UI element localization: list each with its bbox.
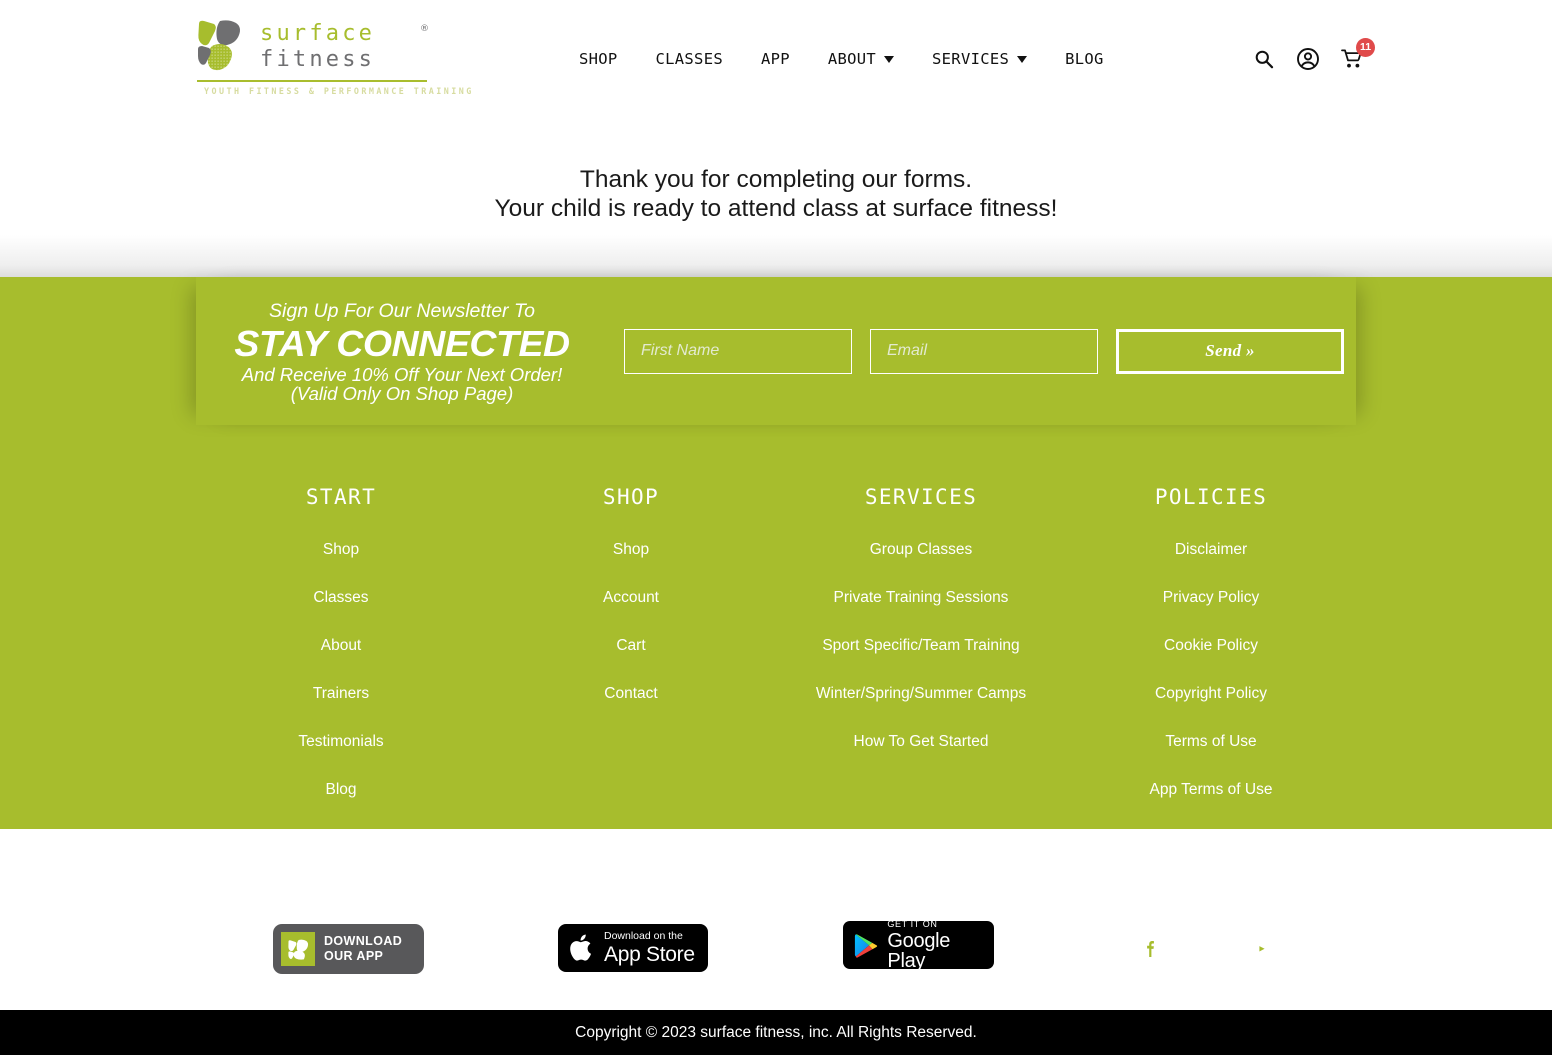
download-our-app-label: DOWNLOAD OUR APP [324,934,402,964]
footer-link-private-training[interactable]: Private Training Sessions [776,589,1066,607]
instagram-icon[interactable] [1181,924,1229,972]
email-input[interactable] [870,328,1098,374]
footer-link-classes[interactable]: Classes [196,589,486,607]
footer-link-group-classes[interactable]: Group Classes [776,541,1066,559]
copyright-bar: Copyright © 2023 surface fitness, inc. A… [0,1010,1552,1055]
apple-icon [570,934,591,961]
user-account-icon[interactable] [1294,45,1322,73]
footer-link-how-to-get-started[interactable]: How To Get Started [776,733,1066,751]
app-store-big-label: App Store [604,942,695,966]
footer-column-services: SERVICES Group Classes Private Training … [776,485,1066,829]
nav-label: SERVICES [932,49,1010,68]
footer-link-blog[interactable]: Blog [196,781,486,799]
nav-item-blog[interactable]: BLOG [1046,50,1123,68]
footer-link-copyright-policy[interactable]: Copyright Policy [1066,685,1356,703]
footer-link-cookie-policy[interactable]: Cookie Policy [1066,637,1356,655]
app-store-small-label: Download on the [604,930,683,943]
svg-text:fitness: fitness [260,47,375,72]
hero-message: Thank you for completing our forms. Your… [0,117,1552,277]
nav-label: CLASSES [655,49,723,68]
newsletter-inner-panel: Sign Up For Our Newsletter To STAY CONNE… [196,277,1356,425]
search-icon[interactable] [1250,45,1278,73]
nav-label: SHOP [579,49,618,68]
nav-item-shop[interactable]: SHOP [560,50,637,68]
footer-column-shop: SHOP Shop Account Cart Contact [486,485,776,829]
google-play-small-label: GET IT ON [887,918,938,929]
nav-item-app[interactable]: APP [742,50,809,68]
footer-column-title: POLICIES [1154,485,1268,509]
first-name-input[interactable] [624,328,852,374]
logo-mark-icon [198,20,240,71]
hero-line-2: Your child is ready to attend class at s… [494,195,1058,222]
shopping-cart-icon[interactable]: 11 [1338,37,1375,73]
newsletter-form: Send » [624,328,1344,374]
footer-link-shop[interactable]: Shop [486,541,776,559]
newsletter-send-button[interactable]: Send » [1116,328,1344,374]
site-header: surface fitness ® YOUTH FITNESS & PERFOR… [0,0,1552,117]
svg-text:®: ® [420,24,429,34]
chevron-down-icon [1017,56,1028,63]
footer-link-cart[interactable]: Cart [486,637,776,655]
download-our-app-button[interactable]: DOWNLOAD OUR APP [273,924,424,974]
app-store-text: Download on the App Store [604,931,695,965]
site-logo[interactable]: surface fitness ® YOUTH FITNESS & PERFOR… [196,18,471,100]
youtube-icon[interactable] [1237,924,1285,972]
hero-line-1: Thank you for completing our forms. [579,166,973,193]
newsletter-sub-line-1: And Receive 10% Off Your Next Order! [241,363,563,385]
nav-label: APP [760,49,790,68]
newsletter-sub-line-2: (Valid Only On Shop Page) [290,382,514,404]
newsletter-headline: STAY CONNECTED [234,322,570,364]
footer-link-columns: START Shop Classes About Trainers Testim… [0,437,1552,829]
nav-label: BLOG [1065,49,1104,68]
footer-link-app-terms-of-use[interactable]: App Terms of Use [1066,781,1356,799]
nav-label: ABOUT [827,49,877,68]
newsletter-copy: Sign Up For Our Newsletter To STAY CONNE… [196,300,600,403]
facebook-icon[interactable] [1125,924,1173,972]
google-play-text: GET IT ON Google Play [887,918,983,972]
logo-wordmark: surface fitness ® [260,21,429,72]
nav-item-about[interactable]: ABOUT [809,50,913,68]
logo-divider-rule [197,80,427,82]
logo-tagline: YOUTH FITNESS & PERFORMANCE TRAINING [204,86,474,96]
copyright-text: Copyright © 2023 surface fitness, inc. A… [575,1023,977,1041]
footer-column-title: SHOP [602,485,660,509]
google-play-icon [854,933,878,958]
social-links [1125,924,1285,972]
main-navigation: SHOP CLASSES APP ABOUT SERVICES BLOG [560,0,1123,117]
header-icon-group: 11 [1250,0,1375,117]
app-logo-icon [281,932,315,966]
svg-text:surface: surface [260,21,375,46]
page-root: surface fitness ® YOUTH FITNESS & PERFOR… [0,0,1552,1055]
app-store-badge[interactable]: Download on the App Store [558,924,708,972]
footer-link-sport-specific[interactable]: Sport Specific/Team Training [776,637,1066,655]
footer-column-policies: POLICIES Disclaimer Privacy Policy Cooki… [1066,485,1356,829]
google-play-big-label: Google Play [887,929,951,972]
newsletter-band: Sign Up For Our Newsletter To STAY CONNE… [0,277,1552,437]
newsletter-top-line: Sign Up For Our Newsletter To [269,299,535,322]
footer-column-title: SERVICES [864,485,978,509]
download-our-app-line-1: DOWNLOAD [324,934,403,948]
footer-link-privacy-policy[interactable]: Privacy Policy [1066,589,1356,607]
footer-link-trainers[interactable]: Trainers [196,685,486,703]
footer-link-account[interactable]: Account [486,589,776,607]
download-our-app-badge-wrap: DOWNLOAD OUR APP [273,924,424,974]
chevron-down-icon [884,56,895,63]
footer-green-section: Sign Up For Our Newsletter To STAY CONNE… [0,235,1552,829]
footer-link-about[interactable]: About [196,637,486,655]
footer-link-contact[interactable]: Contact [486,685,776,703]
footer-column-title: START [305,485,377,509]
footer-link-camps[interactable]: Winter/Spring/Summer Camps [776,685,1066,703]
cart-count-badge: 11 [1356,37,1375,57]
footer-link-testimonials[interactable]: Testimonials [196,733,486,751]
footer-column-start: START Shop Classes About Trainers Testim… [196,485,486,829]
download-our-app-line-2: OUR APP [324,949,384,963]
nav-item-classes[interactable]: CLASSES [637,50,742,68]
nav-item-services[interactable]: SERVICES [913,50,1046,68]
footer-link-disclaimer[interactable]: Disclaimer [1066,541,1356,559]
footer-link-terms-of-use[interactable]: Terms of Use [1066,733,1356,751]
footer-link-shop[interactable]: Shop [196,541,486,559]
google-play-badge[interactable]: GET IT ON Google Play [843,918,994,972]
